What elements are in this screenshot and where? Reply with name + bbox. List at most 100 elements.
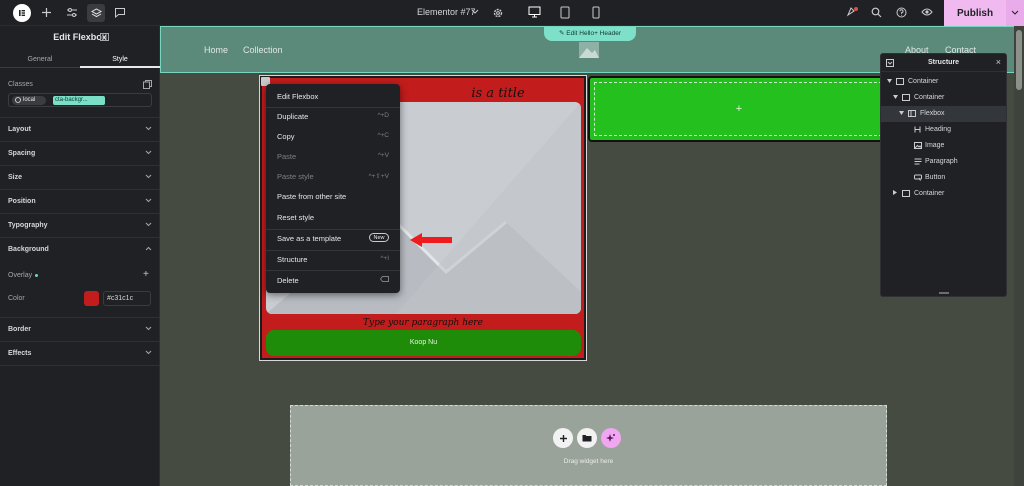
menu-item-duplicate[interactable]: Duplicate ^+D xyxy=(266,106,400,126)
section-size[interactable]: Size xyxy=(0,165,160,189)
menu-item-edit-flexbox[interactable]: Edit Flexbox xyxy=(266,86,400,106)
caret-down-icon xyxy=(887,79,892,83)
structure-row-heading[interactable]: Heading xyxy=(881,122,1006,138)
preview-eye-icon[interactable] xyxy=(921,7,933,17)
help-icon[interactable] xyxy=(896,7,907,18)
paragraph-icon xyxy=(914,158,922,165)
structure-row-container[interactable]: Container xyxy=(881,74,1006,90)
menu-item-paste[interactable]: Paste ^+V xyxy=(266,146,400,166)
section-position[interactable]: Position xyxy=(0,189,160,213)
header-logo-placeholder xyxy=(579,42,599,58)
menu-item-paste-style[interactable]: Paste style ^+⇧+V xyxy=(266,166,400,186)
structure-row-flexbox[interactable]: Flexbox xyxy=(881,106,1006,122)
color-swatch[interactable] xyxy=(84,291,99,306)
section-effects[interactable]: Effects xyxy=(0,341,160,365)
settings-sliders-icon[interactable] xyxy=(66,7,78,18)
menu-item-structure[interactable]: Structure ^+I xyxy=(266,249,400,269)
add-overlay-icon[interactable]: + xyxy=(143,269,149,280)
copy-classes-icon[interactable] xyxy=(143,80,152,89)
publish-options-chevron-icon[interactable] xyxy=(1006,0,1024,26)
section-typography[interactable]: Typography xyxy=(0,213,160,237)
section-spacing[interactable]: Spacing xyxy=(0,141,160,165)
caret-down-icon xyxy=(893,95,898,99)
color-value-input[interactable]: #c31c1c xyxy=(103,291,151,306)
search-icon[interactable] xyxy=(871,7,882,18)
menu-item-reset-style[interactable]: Reset style xyxy=(266,207,400,227)
container-icon xyxy=(896,78,904,85)
active-tab-indicator xyxy=(80,66,160,68)
button-icon xyxy=(914,174,922,181)
top-bar: Elementor #77 Publish xyxy=(0,0,1024,26)
tablet-view-icon[interactable] xyxy=(560,6,570,19)
desktop-view-icon[interactable] xyxy=(528,6,541,18)
edit-header-tab[interactable]: ✎ Edit Hello+ Header xyxy=(544,27,636,41)
menu-item-copy[interactable]: Copy ^+C xyxy=(266,126,400,146)
flexbox-icon xyxy=(908,110,916,117)
publish-button[interactable]: Publish xyxy=(944,0,1006,26)
sparkle-icon xyxy=(606,434,615,442)
ai-generate-button[interactable] xyxy=(601,428,621,448)
container-icon xyxy=(902,94,910,101)
add-section-button[interactable] xyxy=(553,428,573,448)
green-container[interactable]: + xyxy=(588,76,888,142)
class-chip-label: local xyxy=(23,97,36,103)
resize-grip[interactable] xyxy=(939,292,949,294)
context-menu: Edit Flexbox Duplicate ^+D Copy ^+C Past… xyxy=(266,84,400,293)
empty-drop-area[interactable]: + xyxy=(594,82,882,136)
nav-link-home[interactable]: Home xyxy=(204,45,228,55)
new-section-dropzone[interactable]: Drag widget here xyxy=(290,405,887,486)
chevron-down-icon[interactable] xyxy=(471,9,479,15)
classes-label: Classes xyxy=(8,81,33,88)
mobile-view-icon[interactable] xyxy=(592,6,600,19)
scrollbar-thumb[interactable] xyxy=(1016,30,1022,90)
section-background[interactable]: Background xyxy=(0,237,160,261)
menu-item-delete[interactable]: Delete xyxy=(266,270,400,290)
notifications-icon[interactable] xyxy=(846,6,859,19)
tab-general[interactable]: General xyxy=(0,56,80,63)
paragraph-widget[interactable]: Type your paragraph here xyxy=(262,318,584,328)
chevron-down-icon xyxy=(145,198,152,203)
heading-icon xyxy=(914,126,921,133)
delete-key-icon xyxy=(380,276,389,282)
menu-item-save-as-template[interactable]: Save as a template New xyxy=(266,228,400,248)
close-icon[interactable]: × xyxy=(996,57,1001,67)
section-divider xyxy=(0,365,160,366)
comments-icon[interactable] xyxy=(114,7,126,18)
class-chip-local[interactable]: local xyxy=(12,96,46,105)
chevron-down-icon xyxy=(145,350,152,355)
chevron-down-icon xyxy=(145,126,152,131)
page-settings-gear-icon[interactable] xyxy=(492,7,504,19)
red-arrow-annotation xyxy=(408,232,454,248)
caret-right-icon xyxy=(893,190,897,195)
koop-nu-button[interactable]: Koop Nu xyxy=(266,330,581,356)
section-border[interactable]: Border xyxy=(0,317,160,341)
structure-row-image[interactable]: Image xyxy=(881,138,1006,154)
caret-down-icon xyxy=(899,111,904,115)
add-template-button[interactable] xyxy=(577,428,597,448)
dropzone-hint: Drag widget here xyxy=(563,458,614,465)
class-chip-cta[interactable]: cta-backgr... xyxy=(53,96,105,105)
structure-row-container[interactable]: Container xyxy=(881,90,1006,106)
chevron-down-icon xyxy=(145,174,152,179)
structure-row-container[interactable]: Container xyxy=(881,186,1006,202)
classes-input[interactable]: local cta-backgr... xyxy=(8,93,152,107)
elementor-logo-icon[interactable] xyxy=(13,4,31,22)
nav-link-collection[interactable]: Collection xyxy=(243,45,283,55)
add-widget-plus-icon[interactable]: + xyxy=(595,103,883,115)
add-element-icon[interactable] xyxy=(41,7,52,18)
canvas-scrollbar[interactable] xyxy=(1014,26,1024,486)
chevron-down-icon xyxy=(145,222,152,227)
structure-row-button[interactable]: Button xyxy=(881,170,1006,186)
menu-item-paste-from-other-site[interactable]: Paste from other site xyxy=(266,186,400,206)
overlay-label: Overlay xyxy=(8,272,33,279)
image-icon xyxy=(914,142,922,149)
tab-style[interactable]: Style xyxy=(80,56,160,63)
structure-header: Structure × xyxy=(881,54,1006,72)
chevron-down-icon xyxy=(145,326,152,331)
globe-icon xyxy=(15,97,21,103)
structure-row-paragraph[interactable]: Paragraph xyxy=(881,154,1006,170)
layers-icon[interactable] xyxy=(87,4,105,22)
document-title[interactable]: Elementor #77 xyxy=(417,7,476,17)
section-layout[interactable]: Layout xyxy=(0,117,160,141)
link-icon[interactable] xyxy=(100,33,109,41)
